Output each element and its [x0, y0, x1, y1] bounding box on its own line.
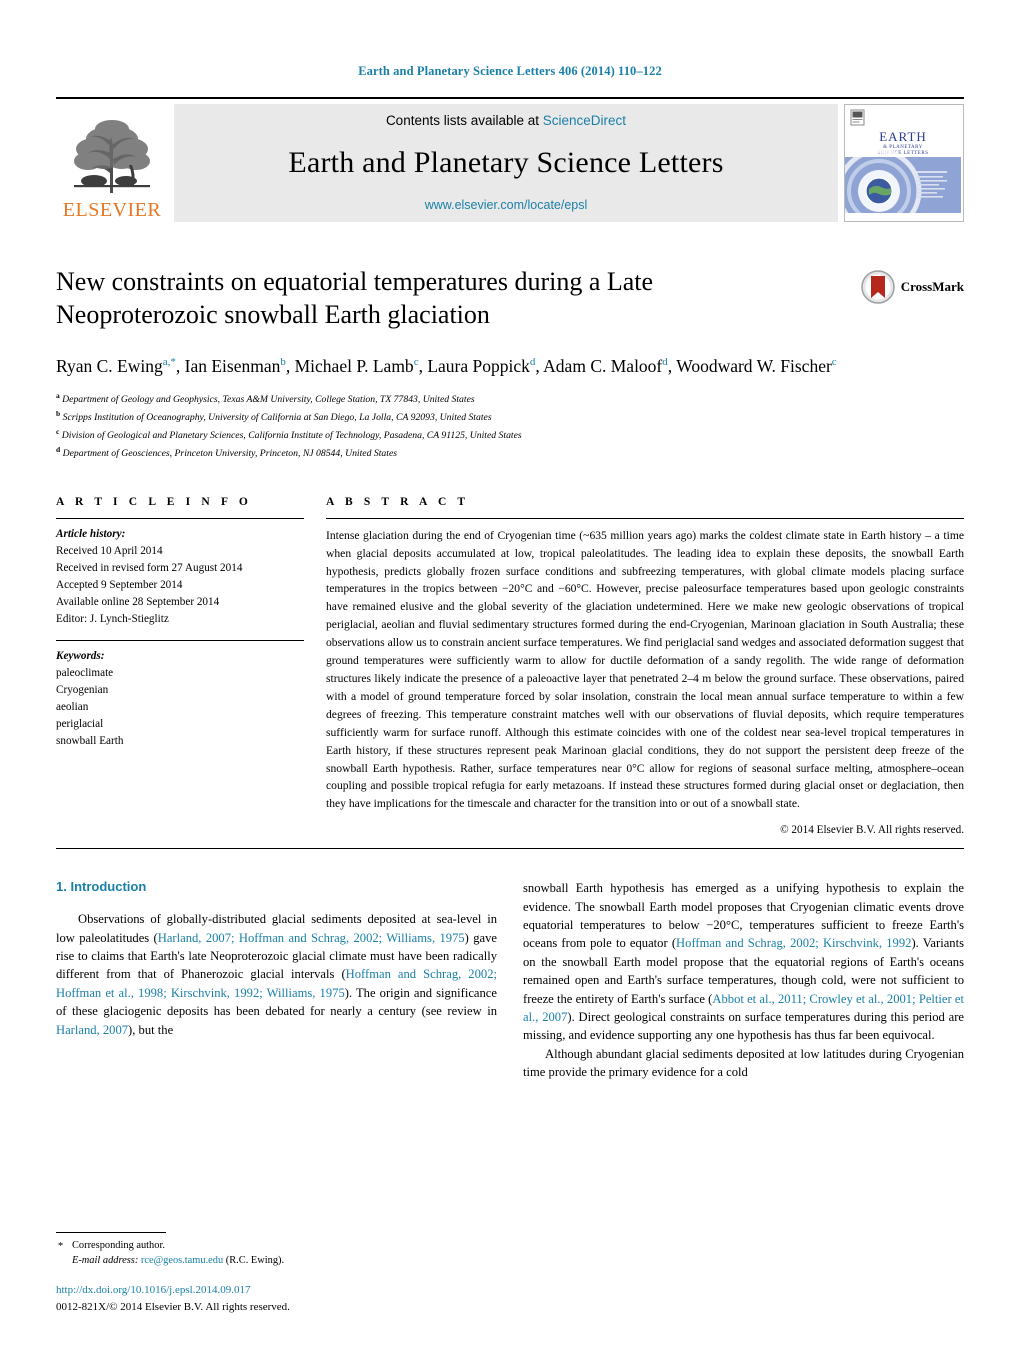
crossmark-icon	[860, 270, 895, 304]
article-info-heading: A R T I C L E I N F O	[56, 495, 252, 508]
elsevier-wordmark: ELSEVIER	[62, 199, 162, 221]
paper-page: Earth and Planetary Science Letters 406 …	[0, 0, 1020, 1351]
email-link[interactable]: rce@geos.tamu.edu	[141, 1255, 223, 1266]
affiliation-item: d Department of Geosciences, Princeton U…	[56, 444, 964, 462]
author-marks: d	[529, 355, 536, 368]
elsevier-logo: ELSEVIER	[56, 104, 168, 222]
affiliation-list: a Department of Geology and Geophysics, …	[56, 390, 964, 462]
keyword-item: paleoclimate	[56, 666, 114, 679]
abstract-copyright: © 2014 Elsevier B.V. All rights reserved…	[780, 824, 964, 837]
author-list: Ryan C. Ewinga,*, Ian Eisenmanb, Michael…	[56, 355, 837, 376]
author-marks: a,*	[162, 355, 176, 368]
info-abstract-section: A R T I C L E I N F O Article history: R…	[56, 495, 964, 837]
paragraph-text: ). Direct geological constraints on surf…	[523, 1009, 964, 1043]
citation-link[interactable]: Harland, 2007; Hoffman and Schrag, 2002;…	[158, 931, 465, 945]
journal-url-link[interactable]: www.elsevier.com/locate/epsl	[425, 198, 588, 212]
keyword-item: snowball Earth	[56, 734, 124, 747]
journal-cover-art: EARTH & PLANETARY SCIENCE LETTERS	[845, 105, 961, 221]
keywords-label: Keywords:	[56, 649, 105, 662]
author-marks: c	[831, 355, 837, 368]
author-marks: c	[413, 355, 419, 368]
crossmark-label: CrossMark	[900, 279, 964, 294]
author-name: Michael P. Lamb	[294, 355, 414, 376]
paragraph-text: ), but the	[128, 1022, 174, 1037]
body-column-right: snowball Earth hypothesis has emerged as…	[523, 879, 964, 1081]
elsevier-tree-icon	[74, 120, 150, 193]
footnote-block: * Corresponding author. E-mail address: …	[56, 1231, 486, 1269]
author-name: Ian Eisenman	[184, 355, 281, 376]
footnote-star-marker: *	[58, 1240, 64, 1252]
section-heading-introduction: 1. Introduction	[56, 879, 147, 895]
history-item: Editor: J. Lynch-Stieglitz	[56, 612, 169, 625]
corresponding-author-note: * Corresponding author.	[56, 1238, 486, 1254]
journal-cover-thumbnail: EARTH & PLANETARY SCIENCE LETTERS	[844, 104, 964, 222]
author-name: Woodward W. Fischer	[676, 355, 832, 376]
article-info-column: A R T I C L E I N F O Article history: R…	[56, 496, 304, 837]
history-item: Received in revised form 27 August 2014	[56, 561, 243, 574]
author-name: Laura Poppick	[427, 355, 530, 376]
affiliation-mark: a	[56, 390, 60, 400]
affiliation-text: Division of Geological and Planetary Sci…	[61, 430, 522, 442]
contents-line: Contents lists available at ScienceDirec…	[386, 113, 626, 128]
affiliation-mark: c	[56, 426, 60, 436]
page-title: New constraints on equatorial temperatur…	[56, 267, 654, 329]
history-item: Available online 28 September 2014	[56, 595, 220, 608]
divider	[56, 848, 964, 850]
affiliation-mark: b	[56, 408, 61, 418]
keyword-item: aeolian	[56, 700, 89, 713]
running-head: Earth and Planetary Science Letters 406 …	[358, 64, 662, 78]
footnote-divider	[56, 1231, 166, 1233]
journal-title: Earth and Planetary Science Letters	[288, 146, 724, 179]
article-history-label: Article history:	[56, 527, 126, 540]
affiliation-text: Department of Geology and Geophysics, Te…	[62, 394, 475, 406]
doi-footer: http://dx.doi.org/10.1016/j.epsl.2014.09…	[56, 1282, 290, 1315]
email-note: E-mail address: rce@geos.tamu.edu (R.C. …	[56, 1253, 486, 1269]
article-history-block: Article history: Received 10 April 2014 …	[56, 519, 304, 628]
abstract-text: Intense glaciation during the end of Cry…	[326, 528, 964, 811]
intro-paragraph-left: Observations of globally-distributed gla…	[56, 910, 497, 1039]
affiliation-item: a Department of Geology and Geophysics, …	[56, 390, 964, 408]
citation-link[interactable]: Hoffman and Schrag, 2002; Kirschvink, 19…	[676, 936, 911, 950]
abstract-heading: A B S T R A C T	[326, 495, 470, 508]
history-item: Received 10 April 2014	[56, 544, 163, 557]
issn-copyright: 0012-821X/© 2014 Elsevier B.V. All right…	[56, 1300, 290, 1313]
email-owner: (R.C. Ewing).	[225, 1255, 285, 1267]
email-label: E-mail address:	[72, 1255, 139, 1267]
svg-text:& PLANETARY: & PLANETARY	[883, 145, 923, 150]
author-marks: d	[662, 355, 668, 368]
intro-paragraph-right-2: Although abundant glacial sediments depo…	[523, 1046, 964, 1079]
sciencedirect-link[interactable]: ScienceDirect	[543, 113, 626, 128]
banner-center: Contents lists available at ScienceDirec…	[174, 104, 838, 222]
affiliation-text: Scripps Institution of Oceanography, Uni…	[62, 412, 492, 424]
affiliation-text: Department of Geosciences, Princeton Uni…	[62, 448, 398, 460]
author-marks: b	[280, 355, 286, 368]
contents-prefix: Contents lists available at	[385, 113, 543, 128]
journal-banner: ELSEVIER Contents lists available at Sci…	[56, 97, 964, 222]
crossmark-badge[interactable]: CrossMark	[860, 270, 964, 304]
abstract-column: A B S T R A C T Intense glaciation durin…	[326, 495, 964, 837]
body-column-left: 1. Introduction Observations of globally…	[56, 879, 497, 1081]
intro-paragraph-right-1: snowball Earth hypothesis has emerged as…	[523, 879, 964, 1044]
keyword-item: Cryogenian	[56, 683, 109, 696]
affiliation-item: c Division of Geological and Planetary S…	[56, 426, 964, 444]
keyword-item: periglacial	[56, 717, 104, 730]
body-columns: 1. Introduction Observations of globally…	[56, 879, 964, 1081]
affiliation-mark: d	[56, 444, 61, 454]
svg-text:EARTH: EARTH	[879, 129, 927, 144]
author-name: Adam C. Maloof	[543, 355, 663, 376]
author-name: Ryan C. Ewing	[56, 355, 163, 376]
title-area: New constraints on equatorial temperatur…	[56, 266, 964, 462]
history-item: Accepted 9 September 2014	[56, 578, 183, 591]
doi-link[interactable]: http://dx.doi.org/10.1016/j.epsl.2014.09…	[56, 1282, 290, 1299]
keywords-block: Keywords: paleoclimate Cryogenian aeolia…	[56, 641, 304, 750]
citation-link[interactable]: Harland, 2007	[56, 1023, 128, 1037]
affiliation-item: b Scripps Institution of Oceanography, U…	[56, 408, 964, 426]
corresponding-author-text: Corresponding author.	[72, 1239, 165, 1251]
